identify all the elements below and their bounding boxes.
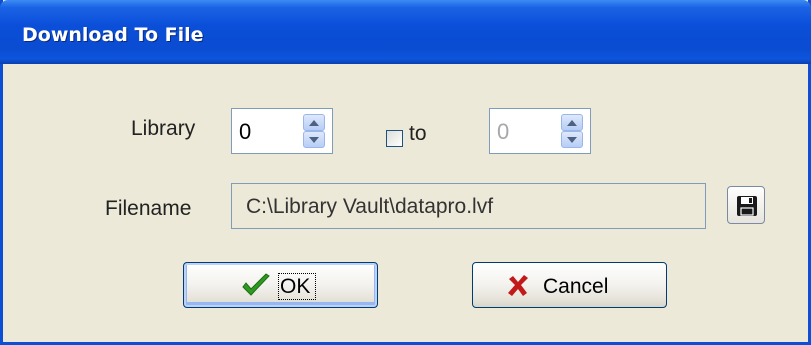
x-icon bbox=[508, 275, 528, 296]
filename-label: Filename bbox=[105, 197, 192, 220]
ok-button[interactable]: OK bbox=[183, 262, 378, 308]
library-to-down-button bbox=[561, 131, 583, 148]
title-bar[interactable]: Download To File bbox=[0, 0, 811, 64]
library-from-up-button[interactable] bbox=[303, 114, 325, 131]
library-from-value[interactable]: 0 bbox=[239, 119, 251, 145]
to-checkbox[interactable] bbox=[386, 130, 403, 147]
dialog-title: Download To File bbox=[22, 24, 204, 46]
checkmark-icon bbox=[242, 273, 270, 296]
library-from-down-button[interactable] bbox=[303, 131, 325, 148]
library-to-value: 0 bbox=[497, 119, 510, 144]
floppy-disk-icon bbox=[737, 196, 757, 216]
arrow-down-icon bbox=[567, 137, 577, 143]
arrow-down-icon bbox=[309, 137, 319, 143]
arrow-up-icon bbox=[309, 120, 319, 126]
to-label[interactable]: to bbox=[409, 122, 427, 146]
download-dialog: Download To File Library 0 to 0 Filename… bbox=[0, 0, 811, 345]
library-to-spinner: 0 bbox=[489, 108, 591, 154]
ok-label: OK bbox=[280, 275, 311, 298]
browse-save-button[interactable] bbox=[727, 186, 765, 224]
arrow-up-icon bbox=[567, 120, 577, 126]
library-label: Library bbox=[131, 117, 196, 140]
cancel-button[interactable]: Cancel bbox=[472, 262, 667, 308]
filename-field: C:\Library Vault\datapro.lvf bbox=[231, 183, 706, 229]
library-from-spinner[interactable]: 0 bbox=[231, 108, 333, 154]
library-to-up-button bbox=[561, 114, 583, 131]
cancel-label: Cancel bbox=[543, 275, 609, 298]
filename-value: C:\Library Vault\datapro.lvf bbox=[246, 195, 494, 218]
